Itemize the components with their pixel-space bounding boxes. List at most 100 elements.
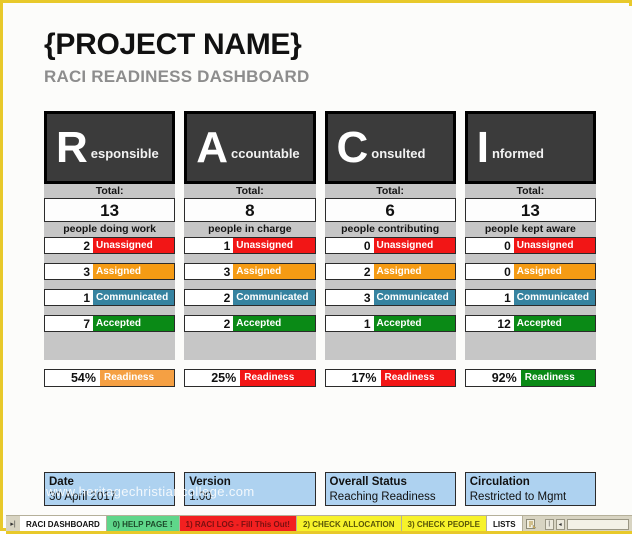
sheet-tab-3-check-people[interactable]: 3) CHECK PEOPLE (401, 516, 487, 532)
info-box-overall-status[interactable]: Overall Status Reaching Readiness (324, 472, 456, 506)
sheet-tab-bar[interactable]: ▸| RACI DASHBOARD 0) HELP PAGE ! 1) RACI L… (6, 515, 632, 532)
info-box-value: 30 April 2017 (49, 491, 117, 503)
info-box-version[interactable]: Version 1.00 (184, 472, 316, 506)
status-row-assigned[interactable]: 3 Assigned (44, 263, 176, 280)
status-row-assigned[interactable]: 3 Assigned (184, 263, 316, 280)
info-box-date[interactable]: Date 30 April 2017 (44, 472, 176, 506)
raci-column-c: Consulted Total: 6 people contributing 0 Unas… (324, 111, 456, 387)
raci-initial: I (476, 122, 489, 172)
row-spacer (184, 254, 316, 263)
status-row-accepted[interactable]: 2 Accepted (184, 315, 316, 332)
row-spacer-large (44, 332, 176, 360)
status-count-communicated: 1 (465, 290, 514, 305)
horizontal-scrollbar[interactable]: | ◂ (540, 516, 632, 532)
status-row-unassigned[interactable]: 2 Unassigned (44, 237, 176, 254)
status-count-communicated: 1 (45, 290, 93, 305)
status-label-communicated: Communicated (373, 290, 455, 305)
status-row-unassigned[interactable]: 0 Unassigned (464, 237, 596, 254)
scroll-split-handle[interactable]: | (544, 518, 554, 530)
readiness-percent: 92% (465, 370, 521, 386)
row-spacer (44, 306, 176, 315)
status-row-assigned[interactable]: 0 Assigned (464, 263, 596, 280)
sheet-tab-1-raci-log-fill-this-out[interactable]: 1) RACI LOG - Fill This Out! (179, 516, 297, 532)
info-box-circulation[interactable]: Circulation Restricted to Mgmt (464, 472, 596, 506)
row-spacer (464, 306, 596, 315)
raci-column-r: Responsible Total: 13 people doing work 2 Una… (44, 111, 176, 387)
workbook-frame: {PROJECT NAME} RACI READINESS DASHBOARD … (0, 0, 632, 534)
status-label-accepted: Accepted (373, 316, 455, 331)
status-label-assigned: Assigned (513, 264, 595, 279)
readiness-percent: 17% (325, 370, 381, 386)
worksheet-canvas: {PROJECT NAME} RACI READINESS DASHBOARD … (6, 6, 632, 515)
info-box-value: Restricted to Mgmt (469, 491, 567, 503)
status-row-assigned[interactable]: 2 Assigned (324, 263, 456, 280)
status-label-accepted: Accepted (93, 316, 175, 331)
row-spacer (184, 280, 316, 289)
page-title: {PROJECT NAME} (44, 28, 302, 61)
new-sheet-icon[interactable] (522, 516, 541, 532)
sheet-nav-arrows-icon[interactable]: ▸| (6, 516, 20, 532)
status-label-communicated: Communicated (513, 290, 595, 305)
readiness-row[interactable]: 92% Readiness (464, 369, 596, 387)
total-value-box[interactable]: 13 (464, 198, 596, 222)
row-gap (44, 360, 176, 369)
total-label: Total: (184, 184, 316, 198)
status-count-assigned: 3 (185, 264, 234, 279)
status-label-unassigned: Unassigned (513, 238, 595, 253)
status-count-accepted: 12 (465, 316, 514, 331)
sheet-tab-lists[interactable]: LISTS (486, 516, 523, 532)
readiness-row[interactable]: 54% Readiness (44, 369, 176, 387)
readiness-row[interactable]: 17% Readiness (324, 369, 456, 387)
info-box-value: Reaching Readiness (329, 491, 436, 503)
status-label-assigned: Assigned (233, 264, 315, 279)
status-row-communicated[interactable]: 1 Communicated (464, 289, 596, 306)
status-label-accepted: Accepted (233, 316, 315, 331)
row-spacer (464, 254, 596, 263)
readiness-label: Readiness (380, 370, 455, 386)
status-label-assigned: Assigned (373, 264, 455, 279)
total-caption: people in charge (184, 222, 316, 237)
total-value-box[interactable]: 8 (184, 198, 316, 222)
row-spacer-large (184, 332, 316, 360)
total-value-box[interactable]: 13 (44, 198, 176, 222)
status-count-communicated: 3 (325, 290, 374, 305)
sheet-tabs: RACI DASHBOARD 0) HELP PAGE ! 1) RACI LOG … (20, 516, 523, 532)
raci-initial: C (336, 122, 369, 172)
status-label-accepted: Accepted (513, 316, 595, 331)
row-spacer (464, 280, 596, 289)
row-spacer-large (464, 332, 596, 360)
status-row-accepted[interactable]: 7 Accepted (44, 315, 176, 332)
status-count-communicated: 2 (185, 290, 234, 305)
status-label-communicated: Communicated (233, 290, 315, 305)
status-row-unassigned[interactable]: 1 Unassigned (184, 237, 316, 254)
status-row-accepted[interactable]: 12 Accepted (464, 315, 596, 332)
sheet-tab-raci-dashboard[interactable]: RACI DASHBOARD (20, 516, 107, 532)
status-label-unassigned: Unassigned (233, 238, 315, 253)
status-row-unassigned[interactable]: 0 Unassigned (324, 237, 456, 254)
raci-initial: R (56, 122, 88, 172)
status-count-accepted: 7 (45, 316, 93, 331)
page-subtitle: RACI READINESS DASHBOARD (44, 67, 310, 86)
status-row-communicated[interactable]: 1 Communicated (44, 289, 176, 306)
readiness-label: Readiness (520, 370, 595, 386)
info-box-title: Overall Status (329, 476, 407, 488)
readiness-row[interactable]: 25% Readiness (184, 369, 316, 387)
raci-letter-box: Accountable (184, 111, 316, 184)
raci-initial: A (196, 122, 229, 172)
total-value-box[interactable]: 6 (324, 198, 456, 222)
status-row-communicated[interactable]: 2 Communicated (184, 289, 316, 306)
total-value: 8 (245, 200, 255, 220)
scroll-left-button[interactable]: ◂ (555, 518, 565, 530)
sheet-tab-0-help-page[interactable]: 0) HELP PAGE ! (106, 516, 180, 532)
status-count-assigned: 0 (465, 264, 514, 279)
sheet-tab-2-check-allocation[interactable]: 2) CHECK ALLOCATION (296, 516, 402, 532)
status-label-assigned: Assigned (93, 264, 175, 279)
status-row-communicated[interactable]: 3 Communicated (324, 289, 456, 306)
raci-column-a: Accountable Total: 8 people in charge 1 Unass… (184, 111, 316, 387)
readiness-label: Readiness (100, 370, 175, 386)
raci-word-rest: ccountable (231, 146, 300, 161)
row-spacer-large (324, 332, 456, 360)
status-row-accepted[interactable]: 1 Accepted (324, 315, 456, 332)
scroll-track[interactable] (566, 518, 629, 530)
raci-word-rest: onsulted (371, 146, 426, 161)
